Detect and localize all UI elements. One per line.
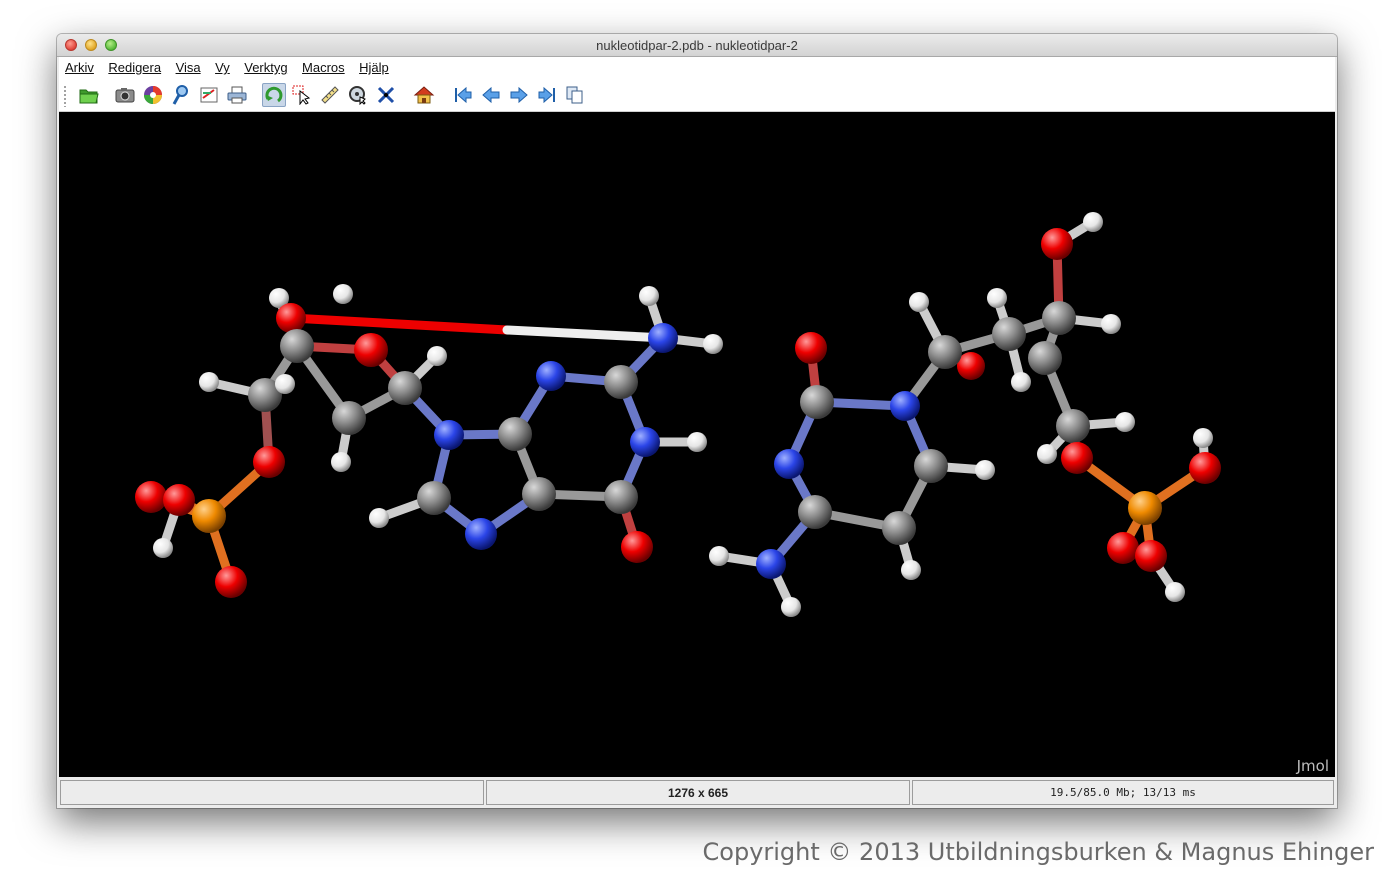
status-memory: 19.5/85.0 Mb; 13/13 ms: [912, 780, 1334, 805]
molecule-viewer[interactable]: Jmol: [59, 112, 1335, 777]
first-frame-button[interactable]: [451, 83, 475, 107]
edit-button[interactable]: [197, 83, 221, 107]
pick-center-icon: [349, 86, 366, 105]
select-button[interactable]: [290, 83, 314, 107]
menu-bar: Arkiv Redigera Visa Vy Verktyg Macros Hj…: [59, 57, 1335, 79]
app-window: nukleotidpar-2.pdb - nukleotidpar-2 Arki…: [57, 34, 1337, 808]
status-message: [60, 780, 484, 805]
toolbar: [59, 79, 1335, 112]
molecule-render[interactable]: [59, 112, 1335, 777]
status-bar: 1276 x 665 19.5/85.0 Mb; 13/13 ms: [59, 778, 1335, 808]
home-icon: [413, 86, 435, 104]
home-button[interactable]: [412, 83, 436, 107]
atoms-right: [709, 212, 1221, 617]
menu-arkiv[interactable]: Arkiv: [65, 57, 94, 79]
color-button[interactable]: [141, 83, 165, 107]
window-title: nukleotidpar-2.pdb - nukleotidpar-2: [596, 38, 798, 53]
menu-redigera[interactable]: Redigera: [108, 57, 161, 79]
inspect-icon: [172, 85, 188, 105]
print-icon: [227, 86, 247, 104]
distance-icon: [377, 86, 395, 104]
open-file-icon: [79, 89, 99, 104]
pick-center-button[interactable]: [346, 83, 370, 107]
screenshot-button[interactable]: [113, 83, 137, 107]
next-frame-icon: [510, 86, 528, 104]
menu-visa[interactable]: Visa: [176, 57, 201, 79]
inspect-button[interactable]: [169, 83, 193, 107]
menu-verktyg[interactable]: Verktyg: [244, 57, 287, 79]
previous-frame-icon: [482, 86, 500, 104]
color-palette-icon: [144, 86, 162, 104]
edit-icon: [200, 87, 218, 103]
rotate-button[interactable]: [262, 83, 286, 107]
status-viewer-size: 1276 x 665: [486, 780, 910, 805]
copy-button[interactable]: [563, 83, 587, 107]
distance-button[interactable]: [374, 83, 398, 107]
first-frame-icon: [455, 86, 472, 104]
last-frame-icon: [538, 86, 555, 104]
copy-icon: [566, 86, 583, 104]
copyright-notice: Copyright © 2013 Utbildningsburken & Mag…: [702, 838, 1374, 866]
next-frame-button[interactable]: [507, 83, 531, 107]
select-pointer-icon: [292, 85, 311, 105]
menu-macros[interactable]: Macros: [302, 57, 345, 79]
measure-ruler-icon: [321, 86, 339, 104]
menu-hjalp[interactable]: Hjälp: [359, 57, 389, 79]
hydrogen-bond: [286, 313, 670, 343]
print-button[interactable]: [225, 83, 249, 107]
menu-vy[interactable]: Vy: [215, 57, 230, 79]
measure-button[interactable]: [318, 83, 342, 107]
screenshot-icon: [115, 88, 135, 103]
jmol-watermark: Jmol: [1296, 757, 1329, 775]
rotate-icon: [265, 86, 283, 103]
open-file-button[interactable]: [77, 83, 101, 107]
title-bar[interactable]: nukleotidpar-2.pdb - nukleotidpar-2: [57, 34, 1337, 57]
toolbar-grip[interactable]: [63, 85, 67, 107]
last-frame-button[interactable]: [535, 83, 559, 107]
previous-frame-button[interactable]: [479, 83, 503, 107]
